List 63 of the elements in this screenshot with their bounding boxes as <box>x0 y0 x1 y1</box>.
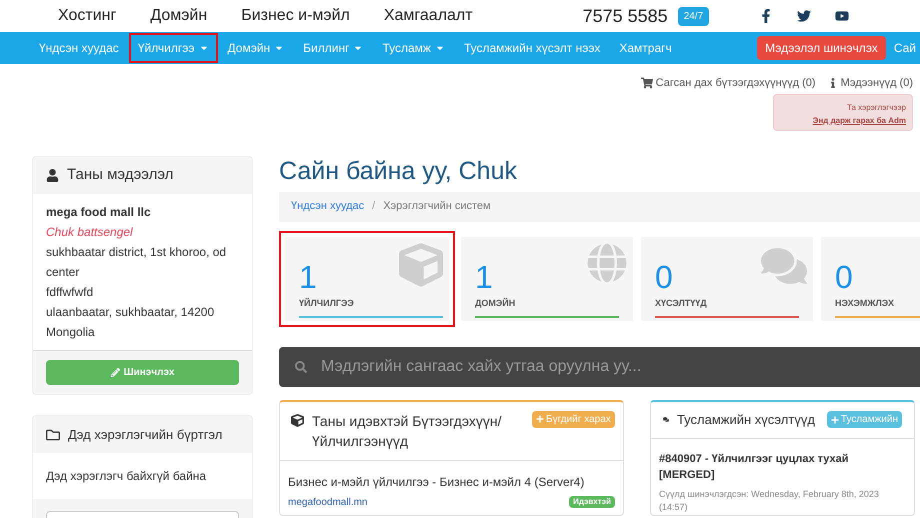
breadcrumb-separator: / <box>372 199 376 214</box>
phone-number: 7575 5585 <box>582 4 668 28</box>
update-info-button[interactable]: Мэдээлэл шинэчлэх <box>757 36 886 60</box>
support-badge: 24/7 <box>678 6 710 26</box>
stat-tile[interactable]: 1 ҮЙЛЧИЛГЭЭ <box>279 230 455 326</box>
nav-item[interactable]: Үндсэн хуудас <box>30 33 128 63</box>
top-link[interactable]: Сагсан дах бүтээгдэхүүнүүд (0) <box>640 75 816 92</box>
header-link[interactable]: Бизнес и-мэйл <box>241 4 350 28</box>
address-line: Mongolia <box>46 324 96 341</box>
folder-icon <box>46 428 60 442</box>
breadcrumb-item[interactable]: Хэрэглэгчийн систем <box>383 198 491 215</box>
search-field[interactable]: Мэдлэгийн сангаас хайх утгаа оруулна уу... <box>279 346 920 386</box>
stat-value: 0 <box>835 260 853 292</box>
ticket-updated: Сүүлд шинэчлэгдсэн: Wednesday, February 8th, 2023 (14:57) <box>659 488 880 514</box>
stat-label: ДОМЭЙН <box>475 296 516 310</box>
status-badge: Идэвхтэй <box>569 496 615 508</box>
pencil-icon <box>110 368 120 377</box>
stat-value: 1 <box>475 260 493 292</box>
header-link[interactable]: Хостинг <box>58 4 116 28</box>
edit-button[interactable]: Шинэчлэх <box>46 360 239 385</box>
globe-icon <box>587 242 627 282</box>
ticket-title[interactable]: #840907 - Үйлчилгээг цуцлах тухай [MERGED] <box>659 450 906 484</box>
stat-label: ҮЙЛЧИЛГЭЭ <box>299 296 355 310</box>
panel-title: Таны мэдээлэл <box>67 165 174 186</box>
search-icon <box>295 360 307 372</box>
user-icon <box>46 169 59 182</box>
open-ticket-button[interactable]: Тусламжийн <box>826 411 902 428</box>
search-input[interactable]: Мэдлэгийн сангаас хайх утгаа оруулна уу... <box>321 354 821 378</box>
twitter-icon[interactable] <box>797 9 812 23</box>
plus-icon <box>830 416 839 424</box>
greeting-title: Сайн байна уу, Chuk <box>279 156 518 186</box>
cart-icon <box>640 77 653 90</box>
product-domain[interactable]: megafoodmall.mn <box>288 494 368 510</box>
address-line: fdffwfwfd <box>46 284 94 301</box>
alert-text: Та хэрэглэгчээр <box>846 102 906 114</box>
nav-item[interactable]: Тусламж <box>373 33 454 63</box>
address-line: ulaanbaatar, sukhbaatar, 14200 <box>46 304 216 321</box>
empty-message: Дэд хэрэглэгч байхгүй байна <box>46 469 206 483</box>
breadcrumb-item[interactable]: Үндсэн хуудас <box>291 198 364 215</box>
contact-name: Chuk battsengel <box>46 224 134 241</box>
cube-icon <box>399 242 443 286</box>
alert-link[interactable]: Энд дарж гарах ба Adm <box>812 116 906 125</box>
product-name: Бизнес и-мэйл үйлчилгээ - Бизнес и-мэйл 4 (Server4) <box>288 474 586 490</box>
company-name: mega food mall llc <box>46 204 152 221</box>
stat-value: 0 <box>655 260 673 292</box>
stat-label: НЭХЭМЖЛЭХ <box>835 296 895 310</box>
cube-icon <box>291 414 304 426</box>
panel-title: Дэд хэрэглэгчийн бүртгэл <box>68 426 222 444</box>
top-link[interactable]: Мэдээнүүд (0) <box>828 75 913 92</box>
nav-item[interactable]: Үйлчилгээ <box>128 33 218 63</box>
youtube-icon[interactable] <box>835 9 850 23</box>
plus-icon <box>536 415 544 423</box>
nav-item[interactable]: Сай <box>894 39 916 57</box>
nav-item[interactable]: Тусламжийн хүсэлт нээх <box>454 33 610 63</box>
panel-title: Тусламжийн хүсэлтүүд <box>676 410 815 429</box>
nav-item[interactable]: Биллинг <box>294 33 372 63</box>
stat-value: 1 <box>299 260 317 292</box>
nav-item[interactable]: Домэйн <box>218 33 294 63</box>
stat-label: ХҮСЭЛТҮҮД <box>655 296 708 310</box>
nav-item[interactable]: Хамтрагч <box>610 33 681 63</box>
panel-title: Таны идэвхтэй Бүтээгдэхүүн/ Үйлчилгээнүүд <box>312 412 503 450</box>
header-link[interactable]: Домэйн <box>150 4 208 28</box>
header-link[interactable]: Хамгаалалт <box>384 4 473 28</box>
